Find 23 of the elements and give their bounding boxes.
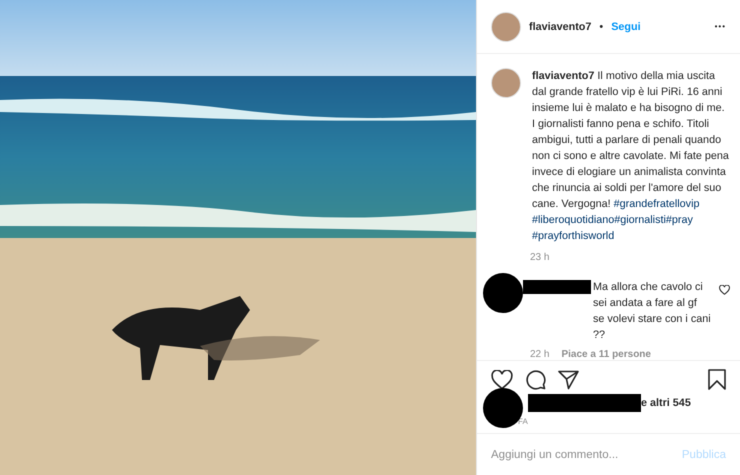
post-time: 23 h <box>530 252 550 264</box>
heart-icon[interactable] <box>719 285 730 296</box>
redaction-circle <box>483 273 523 314</box>
hashtag-link[interactable]: #liberoquotidiano <box>532 214 614 226</box>
heart-icon[interactable] <box>491 370 513 390</box>
hashtag-link[interactable]: #prayforthisworld <box>532 230 614 242</box>
redaction-bar <box>523 280 591 294</box>
separator-dot: • <box>599 20 604 33</box>
send-icon[interactable] <box>558 370 579 390</box>
profile-avatar[interactable] <box>491 12 521 42</box>
username-link[interactable]: flaviavento7 <box>532 70 594 82</box>
hashtag-link[interactable]: #giornalisti <box>614 214 666 226</box>
username-link[interactable]: flaviavento7 <box>529 20 592 33</box>
more-options-button[interactable]: ••• <box>714 22 726 32</box>
likes-count[interactable]: e altri 545 <box>641 397 691 410</box>
hashtag-link[interactable]: #grandefratellovip <box>614 198 700 210</box>
profile-avatar[interactable] <box>491 68 521 98</box>
comment-time: 22 h <box>530 349 550 360</box>
hashtag-link[interactable]: #pray <box>666 214 693 226</box>
comment-icon[interactable] <box>525 369 546 390</box>
comment-text: Ma allora che cavolo ci sei andata a fare al gf se volevi stare con i cani ?? <box>593 280 711 344</box>
bookmark-icon[interactable] <box>708 369 726 390</box>
caption-text: flaviavento7 Il motivo della mia uscita dal grande fratello vip è lui PiRi. 16 anni insieme lui è malato e ha bisogno di me. I giornalisti fanno pena e schifo. Titoli ambigui, tutti a parlare di penali quando non ci sono e altre cavolate. Mi fate pena invece di elogiare un animalista convinta che rinuncia ai soldi per l'amore del suo cane. Vergogna! #grandefratellovip #liberoquotidiano#giornalisti#pray #prayforthisworld <box>532 69 730 244</box>
